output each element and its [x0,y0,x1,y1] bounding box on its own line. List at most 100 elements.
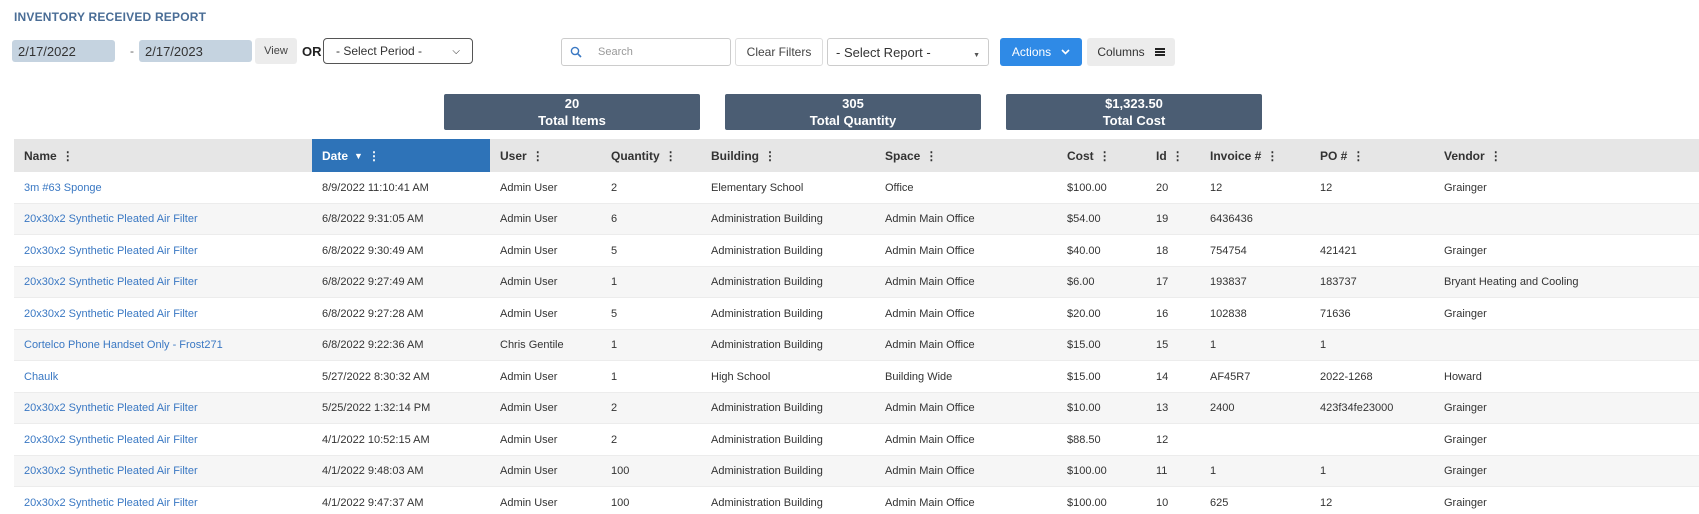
cell-id: 11 [1156,465,1168,477]
cell-building: Elementary School [711,181,804,194]
table-row[interactable]: 20x30x2 Synthetic Pleated Air Filter 4/1/… [14,455,1699,487]
date-range-dash: - [130,44,134,58]
period-select[interactable]: - Select Period - ⌵ [323,38,473,64]
cell-po: 421421 [1320,244,1357,257]
column-menu-icon[interactable]: ⋮ [62,149,74,163]
search-input[interactable] [598,46,718,58]
cell-cost: $40.00 [1067,244,1101,257]
column-header-cost[interactable]: Cost ⋮ [1057,139,1146,172]
chevron-down-icon [1061,49,1070,55]
item-name-link[interactable]: 3m #63 Sponge [14,172,312,203]
column-header-label: Vendor [1444,148,1485,163]
item-name-link[interactable]: 20x30x2 Synthetic Pleated Air Filter [14,456,312,487]
cell-quantity: 1 [611,276,618,288]
table-row[interactable]: 20x30x2 Synthetic Pleated Air Filter 5/25… [14,392,1699,424]
caret-down-icon: ▼ [973,51,980,59]
stat-label: Total Items [538,113,606,128]
table-row[interactable]: 20x30x2 Synthetic Pleated Air Filter 6/8/… [14,266,1699,298]
table-row[interactable]: Chaulk 5/27/2022 8:30:32 AM Admin User 1 Hig… [14,361,1699,393]
item-name-link[interactable]: 20x30x2 Synthetic Pleated Air Filter [14,298,312,329]
column-menu-icon[interactable]: ⋮ [925,149,937,163]
cell-cost: $54.00 [1067,213,1101,225]
stat-label: Total Quantity [809,113,897,128]
cell-user: Admin User [500,213,558,225]
report-select-value: - Select Report - [836,44,931,60]
cell-user: Admin User [500,496,558,509]
cell-user: Chris Gentile [500,339,564,351]
column-header-building[interactable]: Building ⋮ [701,139,875,172]
item-name-link[interactable]: 20x30x2 Synthetic Pleated Air Filter [14,267,312,298]
table-row[interactable]: Cortelco Phone Handset Only - Frost271 6/… [14,329,1699,361]
column-header-user[interactable]: User ⋮ [490,139,601,172]
item-name-link[interactable]: 20x30x2 Synthetic Pleated Air Filter [14,424,312,455]
item-name-link[interactable]: 20x30x2 Synthetic Pleated Air Filter [14,393,312,424]
item-name-link[interactable]: 20x30x2 Synthetic Pleated Air Filter [14,204,312,235]
stat-label: Total Cost [1102,113,1166,128]
cell-vendor: Grainger [1444,244,1487,257]
column-header-date[interactable]: Date ▼ ⋮ [312,139,490,172]
report-select[interactable]: - Select Report - ▼ [827,38,989,66]
cell-po [1310,204,1434,235]
cell-id: 15 [1156,339,1169,351]
search-field[interactable] [561,38,731,66]
cell-quantity: 5 [611,307,618,320]
cell-space: Admin Main Office [885,496,975,509]
column-header-quantity[interactable]: Quantity ⋮ [601,139,701,172]
column-header-po[interactable]: PO # ⋮ [1310,139,1434,172]
cell-id: 17 [1156,276,1169,288]
cell-id: 12 [1156,433,1169,446]
table-row[interactable]: 3m #63 Sponge 8/9/2022 11:10:41 AM Admin U… [14,172,1699,204]
cell-space: Admin Main Office [885,307,975,320]
table-row[interactable]: 20x30x2 Synthetic Pleated Air Filter 6/8/… [14,298,1699,330]
column-menu-icon[interactable]: ⋮ [1099,149,1111,163]
stat-value: $1,323.50 [1105,96,1163,111]
column-header-id[interactable]: Id ⋮ [1146,139,1200,172]
table-row[interactable]: 20x30x2 Synthetic Pleated Air Filter 6/8/… [14,235,1699,267]
view-button[interactable]: View [255,38,297,64]
column-menu-icon[interactable]: ⋮ [764,149,776,163]
column-header-invoice[interactable]: Invoice # ⋮ [1200,139,1310,172]
item-name-link[interactable]: Chaulk [14,361,312,392]
cell-quantity: 5 [611,244,618,257]
cell-cost: $88.50 [1067,433,1101,446]
cell-id: 18 [1156,244,1169,257]
table-row[interactable]: 20x30x2 Synthetic Pleated Air Filter 6/8/… [14,203,1699,235]
cell-building: Administration Building [711,244,823,257]
cell-invoice: 1 [1210,465,1217,477]
clear-filters-button[interactable]: Clear Filters [735,38,823,66]
column-header-vendor[interactable]: Vendor ⋮ [1434,139,1699,172]
sort-descending-icon[interactable]: ▼ [354,151,363,161]
date-from-input[interactable] [12,40,115,62]
column-menu-icon[interactable]: ⋮ [1352,149,1364,163]
column-menu-icon[interactable]: ⋮ [665,149,677,163]
cell-vendor [1434,204,1699,235]
cell-user: Admin User [500,433,558,446]
stat-total-items: 20 Total Items [444,94,700,130]
item-name-link[interactable]: 20x30x2 Synthetic Pleated Air Filter [14,235,312,266]
cell-cost: $20.00 [1067,307,1101,320]
cell-cost: $10.00 [1067,402,1101,414]
cell-user: Admin User [500,402,558,414]
item-name-link[interactable]: 20x30x2 Synthetic Pleated Air Filter [14,487,312,514]
page-title: INVENTORY RECEIVED REPORT [14,10,207,24]
cell-space: Admin Main Office [885,244,975,257]
column-menu-icon[interactable]: ⋮ [1490,149,1502,163]
cell-user: Admin User [500,465,558,477]
column-menu-icon[interactable]: ⋮ [1172,149,1184,163]
column-menu-icon[interactable]: ⋮ [1266,149,1278,163]
column-menu-icon[interactable]: ⋮ [532,149,544,163]
cell-invoice: 2400 [1210,402,1235,414]
date-to-input[interactable] [139,40,252,62]
actions-button[interactable]: Actions [1000,38,1082,66]
cell-date: 6/8/2022 9:31:05 AM [322,213,424,225]
columns-button[interactable]: Columns [1087,38,1175,66]
column-menu-icon[interactable]: ⋮ [368,149,380,163]
table-row[interactable]: 20x30x2 Synthetic Pleated Air Filter 4/1/… [14,424,1699,456]
table-row[interactable]: 20x30x2 Synthetic Pleated Air Filter 4/1/… [14,487,1699,514]
cell-space: Admin Main Office [885,433,975,446]
cell-space: Admin Main Office [885,339,975,351]
column-header-name[interactable]: Name ⋮ [14,139,312,172]
item-name-link[interactable]: Cortelco Phone Handset Only - Frost271 [14,330,312,361]
cell-date: 4/1/2022 9:48:03 AM [322,465,424,477]
column-header-space[interactable]: Space ⋮ [875,139,1057,172]
